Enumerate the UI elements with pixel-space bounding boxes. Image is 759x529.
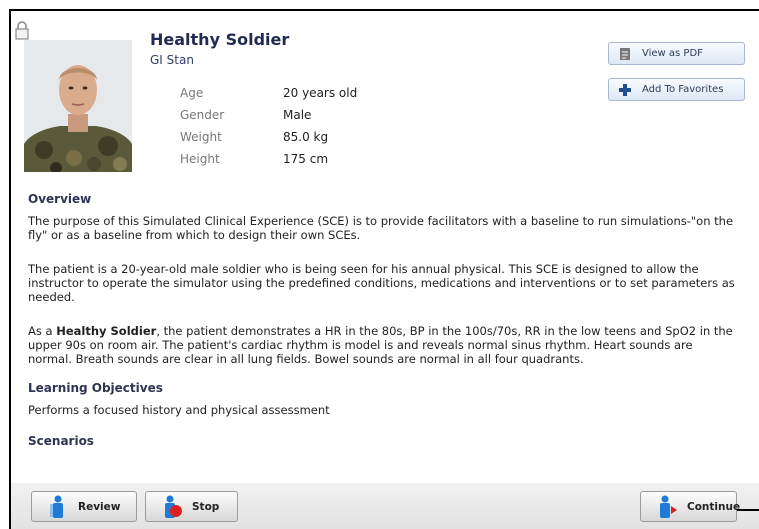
stop-label: Stop [192, 500, 220, 513]
overview-paragraph-2: The patient is a 20-year-old male soldie… [28, 262, 735, 304]
add-to-favorites-button[interactable]: Add To Favorites [608, 78, 745, 101]
info-value: 85.0 kg [283, 130, 329, 144]
person-review-icon [50, 495, 63, 518]
info-row-age: Age 20 years old [180, 82, 357, 104]
info-value: Male [283, 108, 312, 122]
para3-bold: Healthy Soldier [56, 324, 157, 338]
overview-paragraph-1: The purpose of this Simulated Clinical E… [28, 214, 734, 242]
info-label: Age [180, 86, 204, 100]
info-row-gender: Gender Male [180, 104, 357, 126]
plus-icon [619, 83, 631, 96]
info-label: Weight [180, 130, 222, 144]
add-to-favorites-label: Add To Favorites [642, 84, 724, 95]
patient-subname: GI Stan [150, 53, 194, 67]
pdf-icon [620, 47, 630, 60]
info-label: Height [180, 152, 220, 166]
patient-info-table: Age 20 years old Gender Male Weight 85.0… [180, 82, 357, 170]
learning-objectives-text: Performs a focused history and physical … [28, 403, 330, 417]
overview-paragraph-3: As a Healthy Soldier, the patient demons… [28, 324, 740, 366]
view-as-pdf-label: View as PDF [642, 48, 703, 59]
stop-button[interactable]: Stop [145, 491, 238, 522]
continue-button[interactable]: Continue [640, 491, 741, 522]
overview-heading: Overview [28, 192, 92, 206]
info-label: Gender [180, 108, 225, 122]
learning-objectives-heading: Learning Objectives [28, 381, 163, 395]
info-row-weight: Weight 85.0 kg [180, 126, 357, 148]
pointer-line [737, 509, 759, 511]
continue-label: Continue [687, 500, 741, 513]
person-stop-icon [165, 495, 182, 518]
scenarios-heading: Scenarios [28, 434, 94, 448]
person-continue-icon [660, 495, 677, 518]
review-label: Review [78, 500, 121, 513]
review-button[interactable]: Review [31, 491, 137, 522]
patient-photo [24, 40, 132, 172]
info-row-height: Height 175 cm [180, 148, 357, 170]
view-as-pdf-button[interactable]: View as PDF [608, 42, 745, 65]
info-value: 20 years old [283, 86, 358, 100]
patient-name: Healthy Soldier [150, 30, 290, 49]
para3-prefix: As a [28, 324, 57, 338]
info-value: 175 cm [283, 152, 329, 166]
lock-icon [15, 21, 29, 40]
